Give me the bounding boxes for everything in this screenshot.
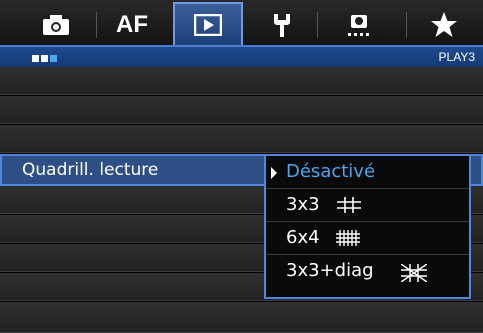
tab-playback[interactable] <box>173 2 243 45</box>
option-label: 3x3 <box>286 194 320 215</box>
menu-row[interactable] <box>0 67 483 95</box>
camera-icon <box>43 14 69 35</box>
page-dot-2 <box>41 55 48 62</box>
option-off[interactable]: Désactivé <box>266 156 469 189</box>
tab-separator <box>96 12 97 38</box>
play-icon <box>194 13 222 36</box>
tab-camera[interactable] <box>30 4 82 45</box>
tab-custom[interactable] <box>324 4 394 45</box>
page-label: PLAY3 <box>438 50 475 64</box>
page-dot-1 <box>32 55 39 62</box>
menu-row[interactable] <box>0 125 483 153</box>
grid-3x3-diag-icon <box>401 264 427 282</box>
option-3x3[interactable]: 3x3 <box>266 189 469 222</box>
star-icon <box>431 12 457 37</box>
tab-af-label: AF <box>116 10 148 38</box>
camera-menu-screen: AF PLAY3 Quadrill. lecture Désactivé 3x3… <box>0 0 483 333</box>
option-3x3-diag[interactable]: 3x3+diag <box>266 255 469 297</box>
tab-mymenu[interactable] <box>416 4 472 45</box>
menu-row <box>0 302 483 333</box>
tab-separator <box>406 12 407 38</box>
page-indicator-bar: PLAY3 <box>0 45 483 67</box>
tab-bar: AF <box>0 0 483 45</box>
menu-row[interactable] <box>0 96 483 124</box>
custom-function-icon <box>348 14 369 36</box>
menu-row-label: Quadrill. lecture <box>22 160 159 180</box>
option-label: 3x3+diag <box>286 260 374 281</box>
tab-separator <box>317 12 318 38</box>
selection-marker-icon <box>271 167 277 179</box>
grid-6x4-icon <box>336 230 360 246</box>
page-dot-3-active <box>50 55 57 62</box>
tab-setup[interactable] <box>256 4 308 45</box>
playback-grid-dropdown: Désactivé 3x3 6x4 3x3+diag <box>264 154 471 299</box>
tab-af[interactable]: AF <box>104 4 160 45</box>
option-6x4[interactable]: 6x4 <box>266 222 469 255</box>
option-label: 6x4 <box>286 227 320 248</box>
wrench-icon <box>274 13 290 37</box>
grid-3x3-icon <box>337 197 361 213</box>
option-label: Désactivé <box>286 161 376 182</box>
